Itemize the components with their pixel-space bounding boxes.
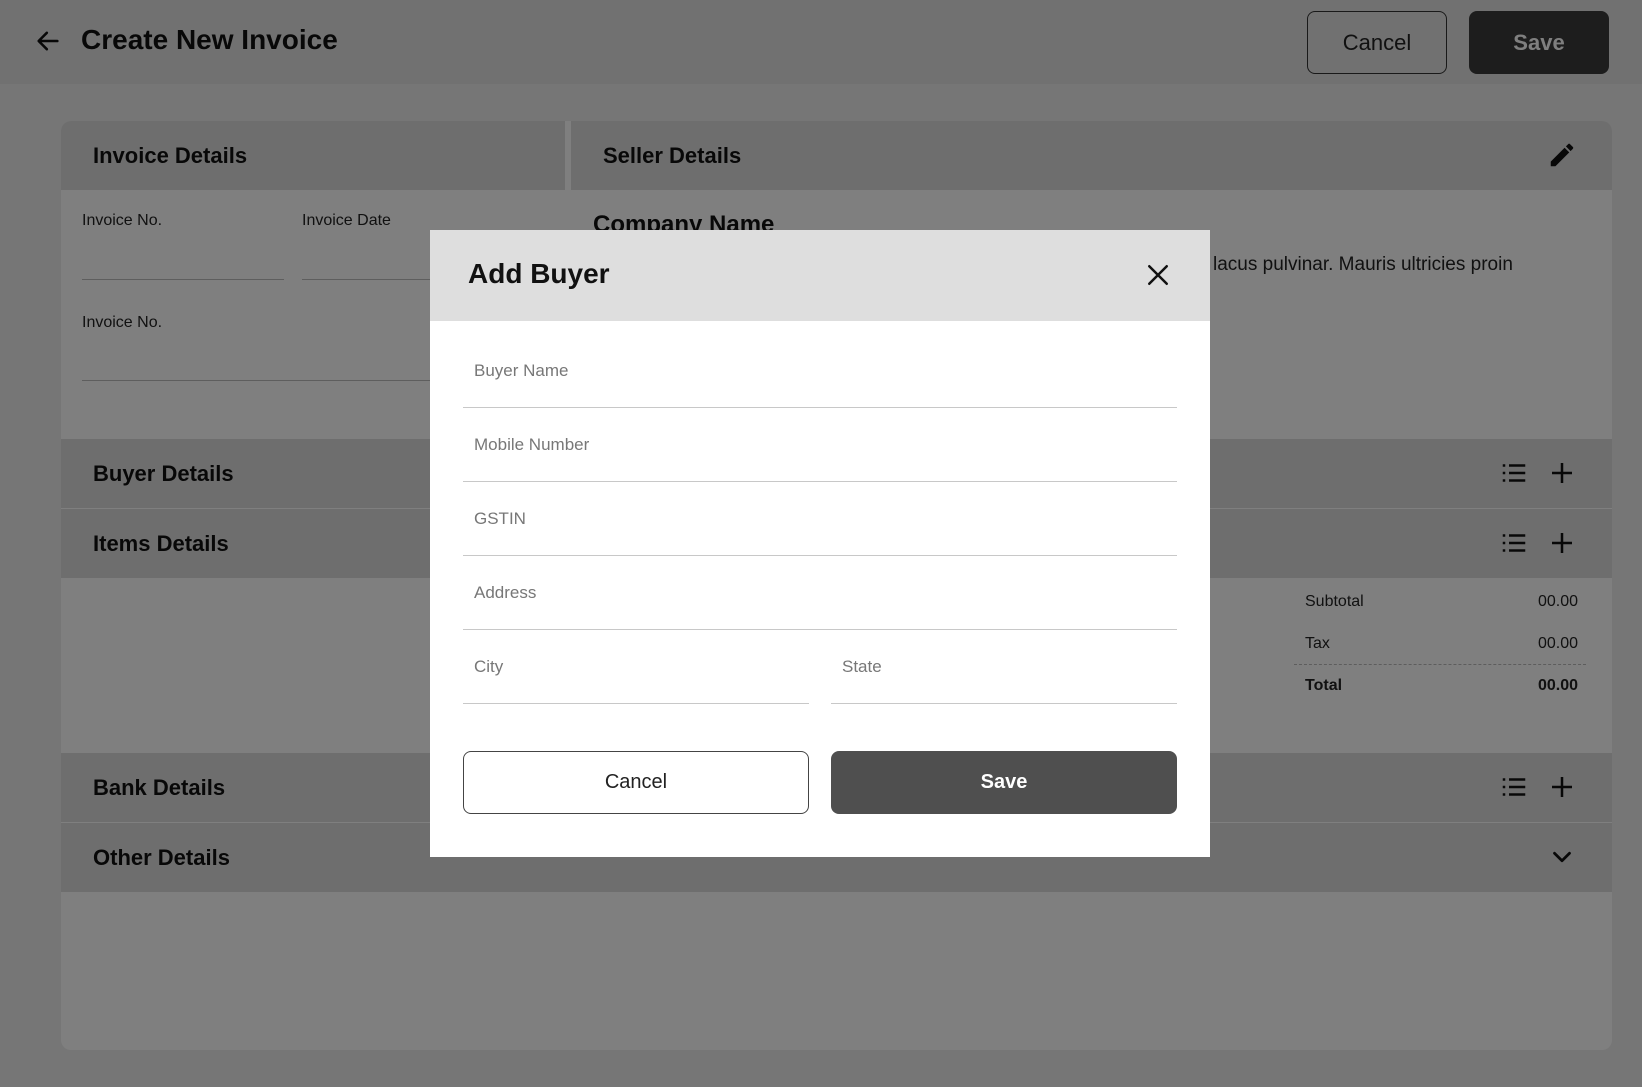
modal-header: Add Buyer xyxy=(430,230,1210,321)
modal-title: Add Buyer xyxy=(468,258,610,289)
add-buyer-modal: Add Buyer Cancel Save xyxy=(430,230,1210,857)
state-input[interactable] xyxy=(831,630,1177,704)
modal-save-button[interactable]: Save xyxy=(831,751,1177,814)
city-input[interactable] xyxy=(463,630,809,704)
modal-cancel-button[interactable]: Cancel xyxy=(463,751,809,814)
mobile-number-input[interactable] xyxy=(463,408,1177,482)
buyer-name-input[interactable] xyxy=(463,334,1177,408)
address-input[interactable] xyxy=(463,556,1177,630)
gstin-input[interactable] xyxy=(463,482,1177,556)
close-icon[interactable] xyxy=(1143,260,1173,290)
